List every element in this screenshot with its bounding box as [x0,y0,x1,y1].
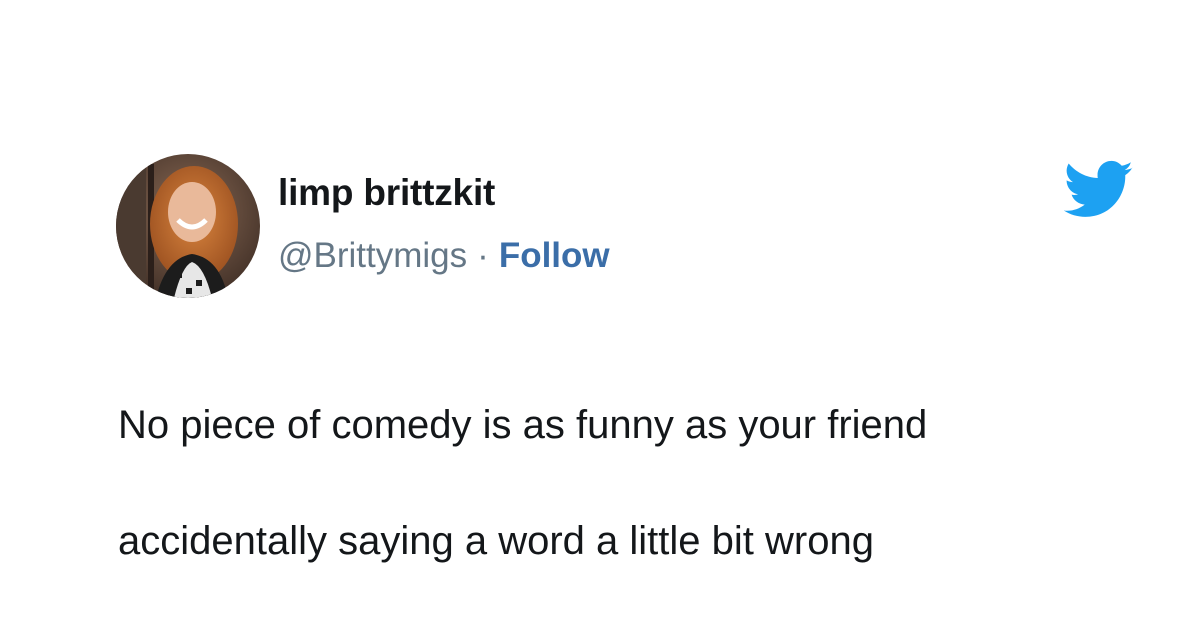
avatar-image [116,154,260,298]
follow-button[interactable]: Follow [499,236,610,275]
tweet-text: No piece of comedy is as funny as your f… [118,338,1118,628]
twitter-bird-icon[interactable] [1063,160,1134,220]
tweet-text-line-2: accidentally saying a word a little bit … [118,519,874,563]
avatar[interactable] [116,154,260,298]
user-handle[interactable]: @Brittymigs [278,236,467,275]
tweet-card: limp brittzkit @Brittymigs · Follow No pie… [0,0,1200,628]
handle-row: @Brittymigs · Follow [278,236,610,276]
tweet-text-line-1: No piece of comedy is as funny as your f… [118,403,928,447]
separator-dot: · [477,236,489,275]
display-name[interactable]: limp brittzkit [278,172,495,214]
